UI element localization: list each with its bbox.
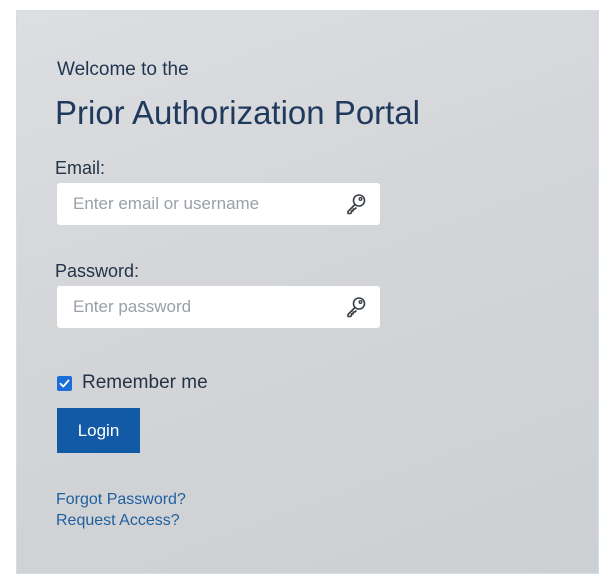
login-button[interactable]: Login [57,408,140,453]
password-input[interactable] [57,286,327,328]
checkmark-icon [59,379,70,387]
remember-me-label: Remember me [82,372,208,393]
login-panel: Welcome to the Prior Authorization Porta… [16,10,599,574]
password-label: Password: [55,261,140,281]
request-access-link[interactable]: Request Access? [56,512,180,530]
page-title: Prior Authorization Portal [55,94,421,131]
email-input[interactable] [57,183,327,225]
forgot-password-link[interactable]: Forgot Password? [56,491,186,509]
remember-me-checkbox[interactable] [57,375,72,391]
key-icon[interactable] [344,295,368,319]
password-field-wrapper [57,286,380,328]
email-label: Email: [55,158,106,178]
key-icon[interactable] [344,192,368,216]
email-field-wrapper [57,183,380,225]
remember-me-row[interactable]: Remember me [57,372,208,394]
welcome-text: Welcome to the [57,59,189,80]
